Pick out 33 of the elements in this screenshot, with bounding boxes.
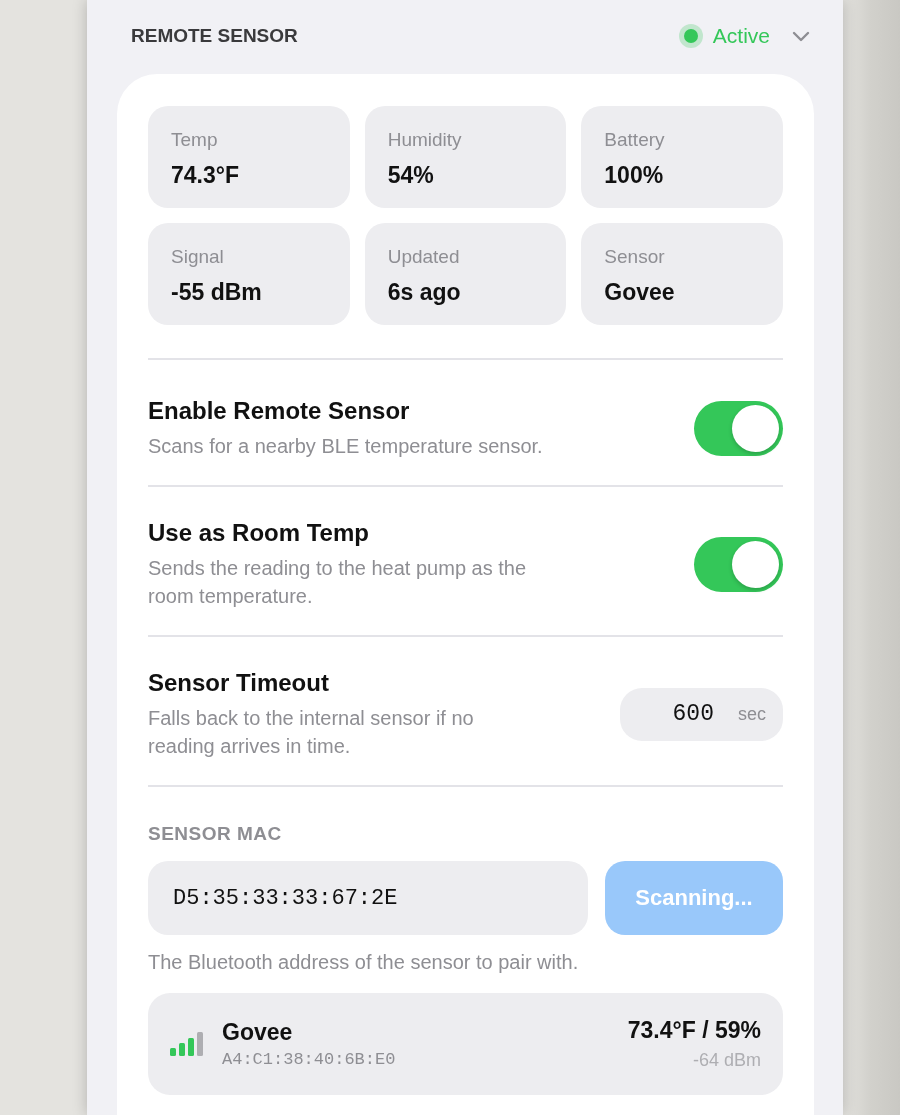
- device-reading: 73.4°F / 59%: [627, 1016, 761, 1044]
- stat-value: 6s ago: [387, 278, 461, 307]
- device-list-item[interactable]: Govee A4:C1:38:40:6B:E0 73.4°F / 59% -64 dBm: [148, 993, 783, 1095]
- setting-title: Use as Room Temp: [148, 518, 369, 548]
- device-name: Govee: [222, 1017, 293, 1046]
- chevron-down-icon[interactable]: [792, 30, 810, 42]
- device-signal-strength: -64 dBm: [692, 1049, 761, 1072]
- signal-bars-icon: [170, 1032, 204, 1056]
- stat-label: Signal: [171, 245, 224, 269]
- toggle-switch[interactable]: [694, 536, 783, 592]
- section-title: REMOTE SENSOR: [131, 25, 298, 47]
- field-label: SENSOR MAC: [148, 822, 282, 846]
- stat-label: Sensor: [604, 245, 665, 269]
- setting-description: Sends the reading to the heat pump as the room temperature.: [148, 556, 528, 609]
- setting-title: Enable Remote Sensor: [148, 396, 410, 426]
- setting-title: Sensor Timeout: [148, 668, 329, 698]
- stat-label: Updated: [387, 245, 460, 269]
- stat-value: Govee: [604, 278, 675, 307]
- toggle-switch[interactable]: [694, 400, 783, 456]
- status-label: Active: [712, 24, 770, 48]
- help-text: The Bluetooth address of the sensor to pair with.: [148, 950, 579, 975]
- setting-description: Scans for a nearby BLE temperature sensor.: [148, 434, 543, 459]
- stat-value: -55 dBm: [171, 278, 262, 307]
- device-mac-address: A4:C1:38:40:6B:E0: [222, 1048, 396, 1071]
- stat-value: 74.3°F: [171, 161, 239, 190]
- mac-address-input-field[interactable]: D5:35:33:33:67:2E: [148, 861, 588, 935]
- stat-label: Humidity: [387, 128, 462, 152]
- stat-value: 100%: [604, 161, 664, 190]
- setting-description: Falls back to the internal sensor if no reading arrives in time.: [148, 706, 475, 759]
- stat-label: Battery: [604, 128, 665, 152]
- timeout-input-field[interactable]: 600 sec: [620, 687, 783, 741]
- stat-label: Temp: [171, 128, 218, 152]
- stat-value: 54%: [387, 161, 434, 190]
